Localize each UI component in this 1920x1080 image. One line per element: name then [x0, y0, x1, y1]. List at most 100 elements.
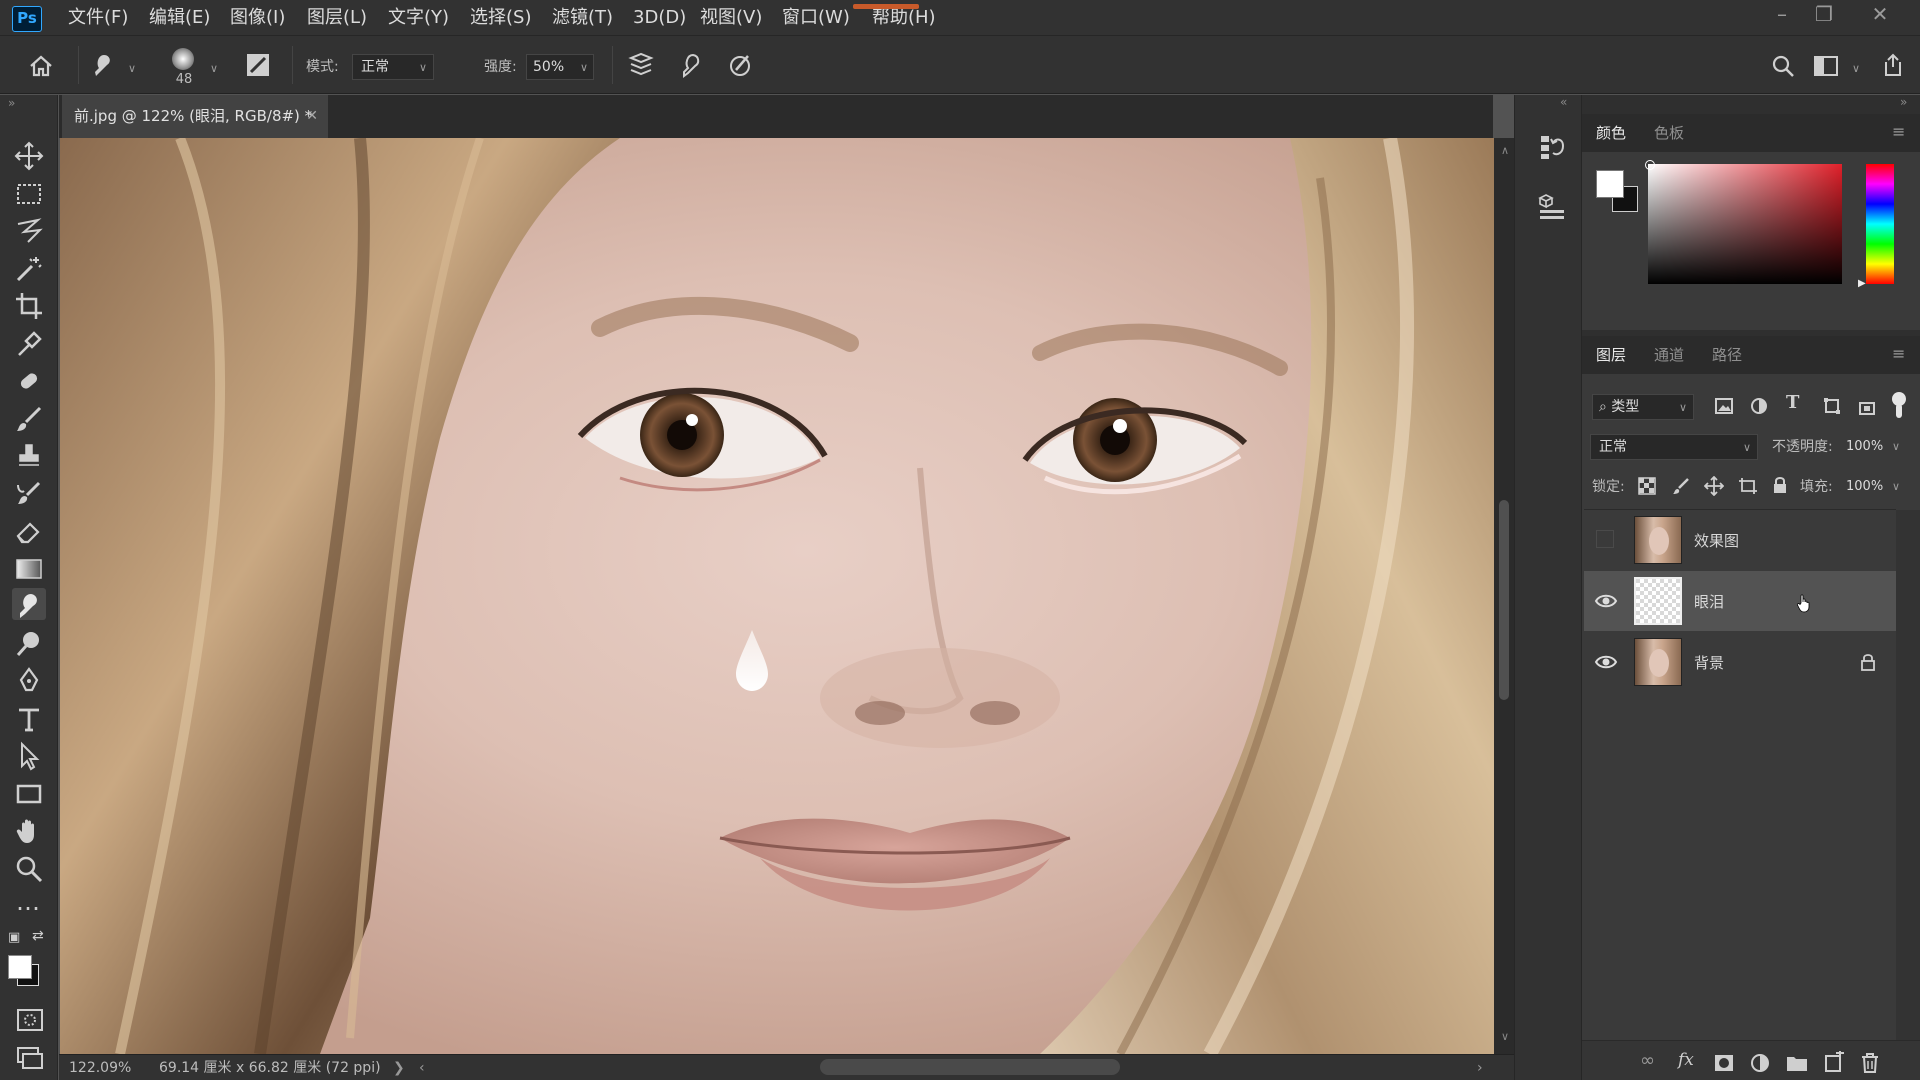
foreground-color-swatch[interactable]	[8, 955, 32, 979]
visibility-toggle-off[interactable]	[1596, 530, 1614, 548]
minimize-icon[interactable]: –	[1762, 0, 1802, 32]
pressure-icon[interactable]	[728, 52, 754, 78]
panel-menu-icon[interactable]: ≡	[1892, 344, 1905, 363]
vertical-scroll-thumb[interactable]	[1499, 500, 1509, 700]
scroll-left-icon[interactable]: ‹	[419, 1055, 425, 1080]
home-icon[interactable]	[28, 54, 54, 78]
gradient-tool-icon[interactable]	[14, 554, 44, 584]
new-layer-icon[interactable]	[1822, 1051, 1846, 1075]
eraser-tool-icon[interactable]	[14, 516, 44, 546]
expand-toolbar-icon[interactable]: »	[8, 96, 15, 110]
type-tool-icon[interactable]	[14, 704, 44, 734]
menu-image[interactable]: 图像(I)	[230, 0, 285, 36]
sample-all-layers-icon[interactable]	[628, 52, 654, 78]
smudge-tool-preset-icon[interactable]	[90, 52, 116, 78]
layer-filter-select[interactable]: ⌕ 类型 ∨	[1592, 394, 1694, 420]
lock-position-icon[interactable]	[1704, 476, 1724, 496]
tab-layers[interactable]: 图层	[1596, 336, 1626, 374]
share-icon[interactable]	[1880, 52, 1906, 78]
workspace-icon[interactable]	[1813, 54, 1839, 78]
filter-type-icon[interactable]: T	[1786, 392, 1799, 413]
expand-panels-icon[interactable]: »	[1900, 95, 1907, 109]
smudge-tool-icon[interactable]	[14, 591, 44, 621]
lock-artboard-icon[interactable]	[1738, 477, 1758, 495]
lock-pixels-icon[interactable]	[1672, 477, 1690, 495]
finger-painting-icon[interactable]	[678, 52, 704, 78]
tab-channels[interactable]: 通道	[1654, 336, 1684, 374]
zoom-level[interactable]: 122.09%	[69, 1055, 131, 1080]
layers-scrollbar[interactable]	[1896, 510, 1920, 1050]
healing-brush-tool-icon[interactable]	[14, 366, 44, 396]
menu-select[interactable]: 选择(S)	[470, 0, 531, 36]
history-brush-tool-icon[interactable]	[14, 479, 44, 509]
status-expand-icon[interactable]: ❯	[393, 1055, 405, 1080]
layer-row[interactable]: 背景	[1584, 632, 1896, 692]
foreground-color-swatch[interactable]	[1596, 170, 1624, 198]
hand-tool-icon[interactable]	[14, 816, 44, 846]
history-panel-icon[interactable]	[1538, 133, 1566, 161]
magic-wand-tool-icon[interactable]	[14, 254, 44, 284]
dodge-tool-icon[interactable]	[14, 629, 44, 659]
restore-icon[interactable]: ❐	[1804, 0, 1844, 32]
pen-tool-icon[interactable]	[14, 666, 44, 696]
chevron-down-icon[interactable]: ∨	[1892, 480, 1900, 493]
layer-name[interactable]: 背景	[1694, 652, 1724, 673]
tab-color[interactable]: 颜色	[1596, 114, 1626, 152]
brush-tool-icon[interactable]	[14, 404, 44, 434]
zoom-tool-icon[interactable]	[14, 854, 44, 884]
filter-pixel-icon[interactable]	[1714, 396, 1734, 416]
layer-name[interactable]: 效果图	[1694, 530, 1739, 551]
new-group-icon[interactable]	[1785, 1051, 1809, 1075]
hue-slider-handle[interactable]: ▶	[1858, 278, 1866, 289]
menu-view[interactable]: 视图(V)	[700, 0, 762, 36]
chevron-down-icon[interactable]: ∨	[210, 62, 218, 75]
rectangle-tool-icon[interactable]	[14, 779, 44, 809]
menu-window[interactable]: 窗口(W)	[782, 0, 850, 36]
menu-filter[interactable]: 滤镜(T)	[552, 0, 613, 36]
add-mask-icon[interactable]	[1712, 1051, 1736, 1075]
search-icon[interactable]	[1771, 54, 1795, 78]
scroll-down-icon[interactable]: ∨	[1501, 1030, 1509, 1043]
panel-menu-icon[interactable]: ≡	[1892, 122, 1905, 141]
filter-smart-object-icon[interactable]	[1857, 396, 1877, 416]
document-tab[interactable]: 前.jpg @ 122% (眼泪, RGB/8#) * ✕	[62, 95, 328, 138]
marquee-tool-icon[interactable]	[14, 179, 44, 209]
tab-paths[interactable]: 路径	[1712, 336, 1742, 374]
menu-layer[interactable]: 图层(L)	[307, 0, 367, 36]
more-tools-icon[interactable]: …	[16, 888, 41, 916]
menu-edit[interactable]: 编辑(E)	[149, 0, 210, 36]
chevron-down-icon[interactable]: ∨	[1892, 440, 1900, 453]
hue-slider[interactable]	[1866, 164, 1894, 284]
path-selection-tool-icon[interactable]	[14, 741, 44, 771]
link-layers-icon[interactable]: ∞	[1640, 1050, 1664, 1074]
clone-stamp-tool-icon[interactable]	[14, 441, 44, 471]
lock-all-icon[interactable]	[1772, 476, 1788, 494]
document-canvas[interactable]	[60, 138, 1494, 1054]
default-colors-icon[interactable]: ▣	[8, 930, 20, 945]
brush-preview-icon[interactable]	[172, 48, 194, 70]
fill-input[interactable]: 100%	[1842, 474, 1892, 500]
3d-panel-icon[interactable]	[1538, 193, 1566, 221]
brush-settings-icon[interactable]	[245, 52, 271, 78]
eyedropper-tool-icon[interactable]	[14, 329, 44, 359]
layer-name[interactable]: 眼泪	[1694, 591, 1724, 612]
delete-layer-icon[interactable]	[1858, 1051, 1882, 1075]
screen-mode-icon[interactable]	[16, 1046, 44, 1070]
opacity-input[interactable]: 100%	[1842, 434, 1892, 460]
mode-select[interactable]: 正常 ∨	[352, 54, 434, 80]
filter-adjustment-icon[interactable]	[1749, 396, 1769, 416]
swap-colors-icon[interactable]: ⇄	[32, 928, 44, 944]
layer-row-selected[interactable]: 眼泪	[1584, 571, 1896, 631]
chevron-down-icon[interactable]: ∨	[128, 62, 136, 75]
menu-file[interactable]: 文件(F)	[68, 0, 128, 36]
horizontal-scroll-thumb[interactable]	[820, 1059, 1120, 1075]
eye-icon[interactable]	[1594, 589, 1618, 613]
color-field[interactable]	[1648, 164, 1842, 284]
new-adjustment-layer-icon[interactable]	[1748, 1051, 1772, 1075]
blend-mode-select[interactable]: 正常 ∨	[1590, 434, 1758, 460]
menu-3d[interactable]: 3D(D)	[633, 0, 686, 36]
quick-mask-icon[interactable]	[16, 1008, 44, 1032]
eye-icon[interactable]	[1594, 650, 1618, 674]
collapse-dock-icon[interactable]: «	[1560, 95, 1567, 109]
layer-row[interactable]: 效果图	[1584, 510, 1896, 570]
